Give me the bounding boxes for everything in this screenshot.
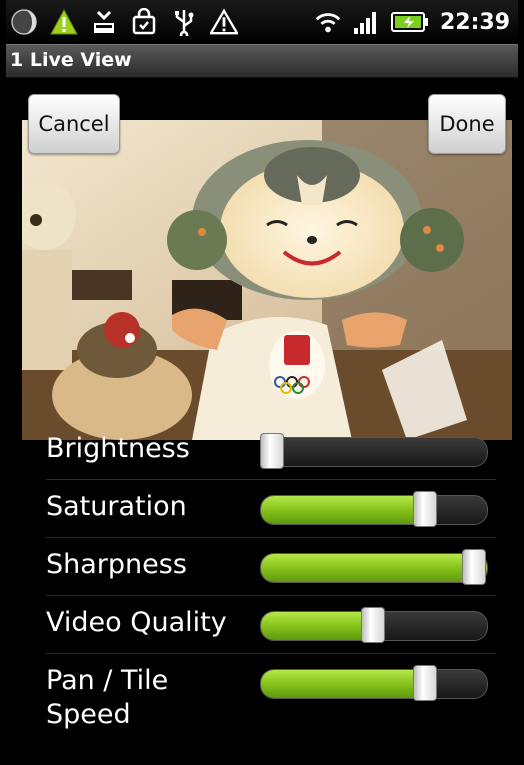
pan-tile-speed-slider-thumb[interactable] [412, 665, 437, 701]
battery-icon [390, 8, 430, 36]
cancel-button[interactable]: Cancel [28, 94, 120, 154]
setting-label: Saturation [46, 491, 187, 522]
brightness-slider-thumb[interactable] [260, 433, 284, 469]
alert-icon [210, 8, 238, 36]
setting-label: Pan / Tile Speed [46, 665, 169, 730]
moon-icon [10, 8, 38, 36]
setting-row-pan-tile-speed: Pan / Tile Speed [46, 654, 496, 734]
status-bar: 22:39 [6, 0, 518, 44]
video-settings-list: Brightness Saturation Sharpness Video Qu… [46, 422, 496, 734]
pan-tile-speed-slider[interactable] [260, 669, 488, 699]
status-right-icons: 22:39 [314, 8, 518, 36]
setting-label: Video Quality [46, 607, 227, 638]
slider-fill [261, 554, 487, 582]
download-icon [90, 8, 118, 36]
slider-fill [261, 496, 426, 524]
warning-triangle-icon [50, 8, 78, 36]
sharpness-slider-thumb[interactable] [462, 549, 486, 585]
status-left-icons [6, 8, 238, 36]
status-clock: 22:39 [439, 9, 510, 35]
usb-icon [170, 8, 198, 36]
bag-icon [130, 8, 158, 36]
brightness-slider[interactable] [260, 437, 488, 467]
setting-row-video-quality: Video Quality [46, 596, 496, 654]
sharpness-slider[interactable] [260, 553, 488, 583]
slider-fill [261, 670, 426, 698]
camera-image [22, 120, 512, 440]
window-title: 1 Live View [10, 49, 132, 71]
wifi-icon [314, 8, 342, 36]
setting-label: Sharpness [46, 549, 187, 580]
video-quality-slider-thumb[interactable] [361, 607, 385, 643]
signal-icon [352, 8, 380, 36]
saturation-slider-thumb[interactable] [412, 491, 437, 527]
title-bar: 1 Live View [6, 44, 518, 78]
slider-fill [261, 612, 374, 640]
done-button[interactable]: Done [428, 94, 506, 154]
setting-row-brightness: Brightness [46, 422, 496, 480]
saturation-slider[interactable] [260, 495, 488, 525]
setting-row-sharpness: Sharpness [46, 538, 496, 596]
live-video-view [22, 120, 512, 440]
setting-row-saturation: Saturation [46, 480, 496, 538]
setting-label: Brightness [46, 433, 190, 464]
